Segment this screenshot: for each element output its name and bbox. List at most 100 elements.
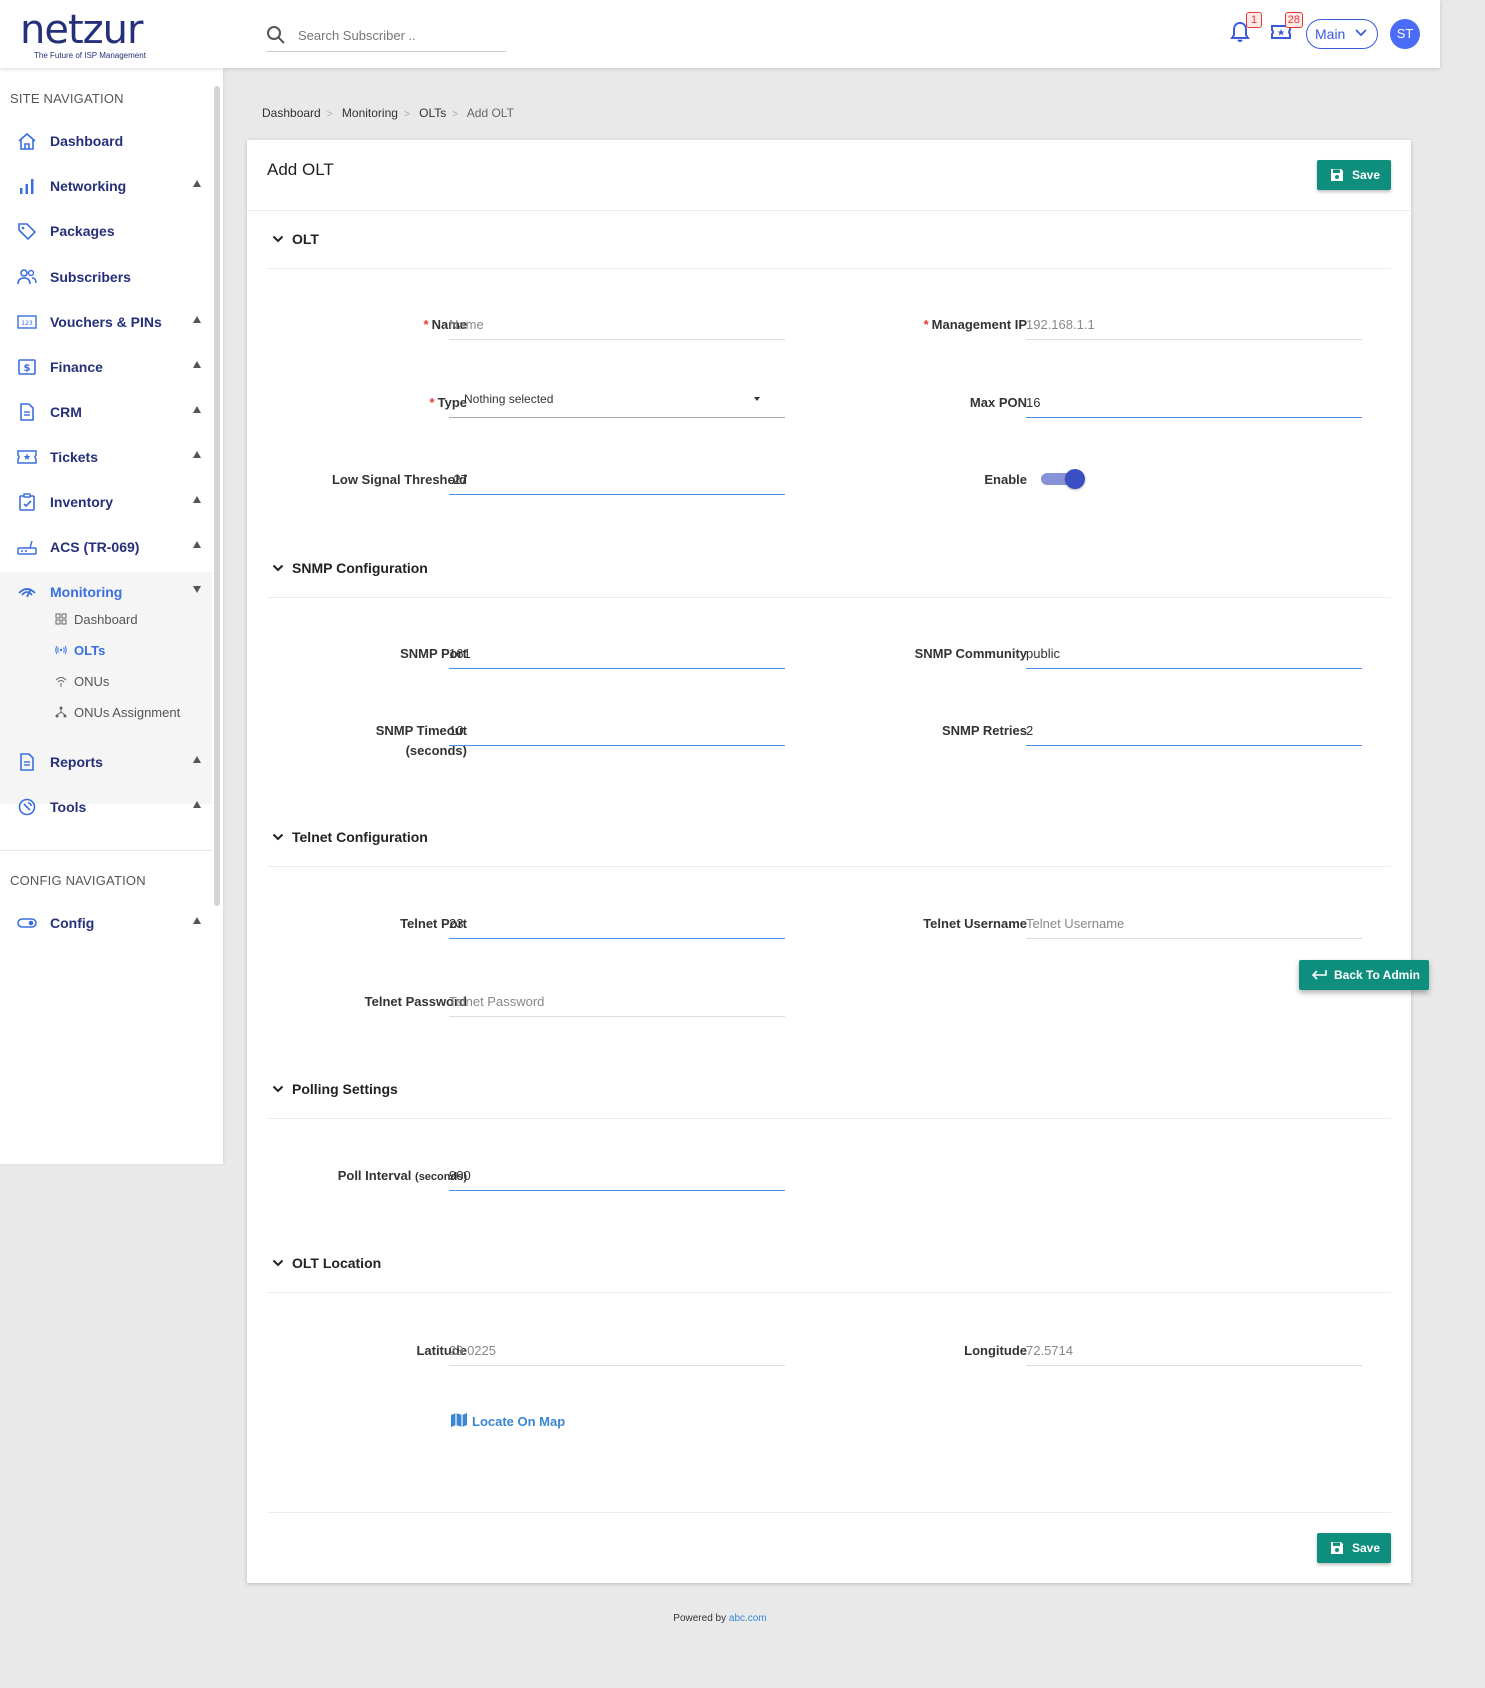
breadcrumb-dashboard[interactable]: Dashboard xyxy=(262,106,321,120)
telnet-password-input[interactable] xyxy=(449,987,785,1017)
grid-icon xyxy=(55,613,67,625)
sidebar-item-dashboard[interactable]: Dashboard xyxy=(0,121,212,161)
management-ip-label: * Management IP xyxy=(827,315,1027,335)
notifications-button[interactable]: 1 xyxy=(1228,12,1262,48)
low-signal-threshold-input[interactable] xyxy=(449,465,785,495)
expand-arrow-icon xyxy=(193,451,201,458)
top-bar: netzur The Future of ISP Management 1 28… xyxy=(0,0,1440,68)
user-avatar[interactable]: ST xyxy=(1390,19,1420,49)
wifi-icon xyxy=(55,677,67,687)
sidebar-item-tickets[interactable]: Tickets xyxy=(0,437,212,477)
expand-arrow-icon xyxy=(193,406,201,413)
sidebar-item-reports[interactable]: Reports xyxy=(0,742,212,782)
caret-down-icon xyxy=(754,397,760,401)
tickets-header-button[interactable]: 28 xyxy=(1269,12,1303,48)
ticket-icon xyxy=(17,450,37,464)
telnet-password-label: Telnet Password xyxy=(364,994,467,1009)
breadcrumb: Dashboard > Monitoring > OLTs > Add OLT xyxy=(262,106,520,120)
sidebar-item-label: CRM xyxy=(50,404,82,420)
longitude-label: Longitude xyxy=(964,1343,1027,1358)
search-input[interactable] xyxy=(298,24,498,46)
snmp-timeout-input[interactable] xyxy=(449,716,785,746)
card-footer-divider xyxy=(267,1512,1391,1513)
chevron-down-icon xyxy=(1355,29,1367,37)
sidebar-item-config[interactable]: Config xyxy=(0,903,212,943)
submenu-item-onus-assignment[interactable]: ONUs Assignment xyxy=(55,701,210,725)
sidebar-item-vouchers[interactable]: 123 Vouchers & PINs xyxy=(0,302,212,342)
sidebar-scrollbar[interactable] xyxy=(214,86,220,906)
sidebar-item-tools[interactable]: Tools xyxy=(0,787,212,827)
footer-link[interactable]: abc.com xyxy=(729,1613,767,1624)
sidebar-item-monitoring[interactable]: Monitoring xyxy=(0,572,212,612)
expand-arrow-icon xyxy=(193,756,201,763)
type-selected-value: Nothing selected xyxy=(464,392,554,406)
name-input[interactable] xyxy=(449,310,785,340)
section-divider xyxy=(267,1292,1391,1293)
submenu-item-olts[interactable]: OLTs xyxy=(55,639,210,663)
toggle-icon xyxy=(17,918,37,928)
branch-selector[interactable]: Main xyxy=(1306,19,1378,49)
section-title: OLT xyxy=(292,231,319,247)
save-button-top[interactable]: Save xyxy=(1317,160,1391,190)
expand-arrow-icon xyxy=(193,801,201,808)
snmp-retries-input[interactable] xyxy=(1026,716,1362,746)
telnet-username-input[interactable] xyxy=(1026,909,1362,939)
breadcrumb-current: Add OLT xyxy=(466,106,514,120)
logo-tagline: The Future of ISP Management xyxy=(34,51,146,60)
page-title: Add OLT xyxy=(267,160,334,179)
sidebar-item-subscribers[interactable]: Subscribers xyxy=(0,257,212,297)
network-icon xyxy=(55,706,67,718)
sidebar-item-finance[interactable]: $ Finance xyxy=(0,347,212,387)
config-nav-heading: CONFIG NAVIGATION xyxy=(10,873,146,888)
search-bar xyxy=(266,24,506,52)
required-marker: * xyxy=(429,395,435,410)
back-to-admin-button[interactable]: Back To Admin xyxy=(1299,960,1429,990)
latitude-input[interactable] xyxy=(449,1336,785,1366)
branch-label: Main xyxy=(1315,26,1346,42)
snmp-port-input[interactable] xyxy=(449,639,785,669)
chevron-down-icon xyxy=(272,833,284,841)
users-icon xyxy=(17,269,37,285)
sidebar-item-label: Dashboard xyxy=(50,133,124,149)
section-divider xyxy=(267,1118,1391,1119)
submenu-item-label: ONUs xyxy=(74,674,110,689)
poll-interval-input[interactable] xyxy=(449,1161,785,1191)
svg-text:123: 123 xyxy=(21,320,33,327)
sidebar-item-acs[interactable]: ACS (TR-069) xyxy=(0,527,212,567)
breadcrumb-olts[interactable]: OLTs xyxy=(419,106,446,120)
max-pon-input[interactable] xyxy=(1026,388,1362,418)
sidebar-item-inventory[interactable]: Inventory xyxy=(0,482,212,522)
logo[interactable]: netzur The Future of ISP Management xyxy=(20,10,146,60)
back-to-admin-label: Back To Admin xyxy=(1334,968,1421,982)
required-marker: * xyxy=(923,317,929,332)
chevron-down-icon xyxy=(272,1259,284,1267)
save-button-bottom[interactable]: Save xyxy=(1317,1533,1391,1563)
required-marker: * xyxy=(423,317,429,332)
submenu-item-onus[interactable]: ONUs xyxy=(55,670,210,694)
management-ip-input[interactable] xyxy=(1026,310,1362,340)
submenu-item-dashboard[interactable]: Dashboard xyxy=(55,608,210,632)
tag-icon xyxy=(18,223,37,240)
section-title: OLT Location xyxy=(292,1255,382,1271)
sidebar-item-crm[interactable]: CRM xyxy=(0,392,212,432)
enable-label: Enable xyxy=(984,472,1027,487)
svg-text:$: $ xyxy=(24,363,31,374)
type-select[interactable]: Nothing selected xyxy=(449,384,785,418)
breadcrumb-monitoring[interactable]: Monitoring xyxy=(342,106,398,120)
monitoring-icon xyxy=(18,588,36,598)
enable-toggle[interactable] xyxy=(1039,468,1085,490)
search-icon[interactable] xyxy=(266,25,286,45)
sidebar-item-networking[interactable]: Networking xyxy=(0,166,212,206)
card-header-divider xyxy=(247,210,1411,211)
sidebar-item-packages[interactable]: Packages xyxy=(0,211,212,251)
logo-text: netzur xyxy=(20,7,143,53)
section-title: Polling Settings xyxy=(292,1081,398,1097)
expand-arrow-icon xyxy=(193,917,201,924)
longitude-input[interactable] xyxy=(1026,1336,1362,1366)
sidebar-item-label: ACS (TR-069) xyxy=(50,539,140,555)
sidebar-item-label: Config xyxy=(50,915,95,931)
toggle-knob xyxy=(1065,469,1085,489)
return-arrow-icon xyxy=(1311,970,1327,980)
snmp-community-input[interactable] xyxy=(1026,639,1362,669)
telnet-port-input[interactable] xyxy=(449,909,785,939)
